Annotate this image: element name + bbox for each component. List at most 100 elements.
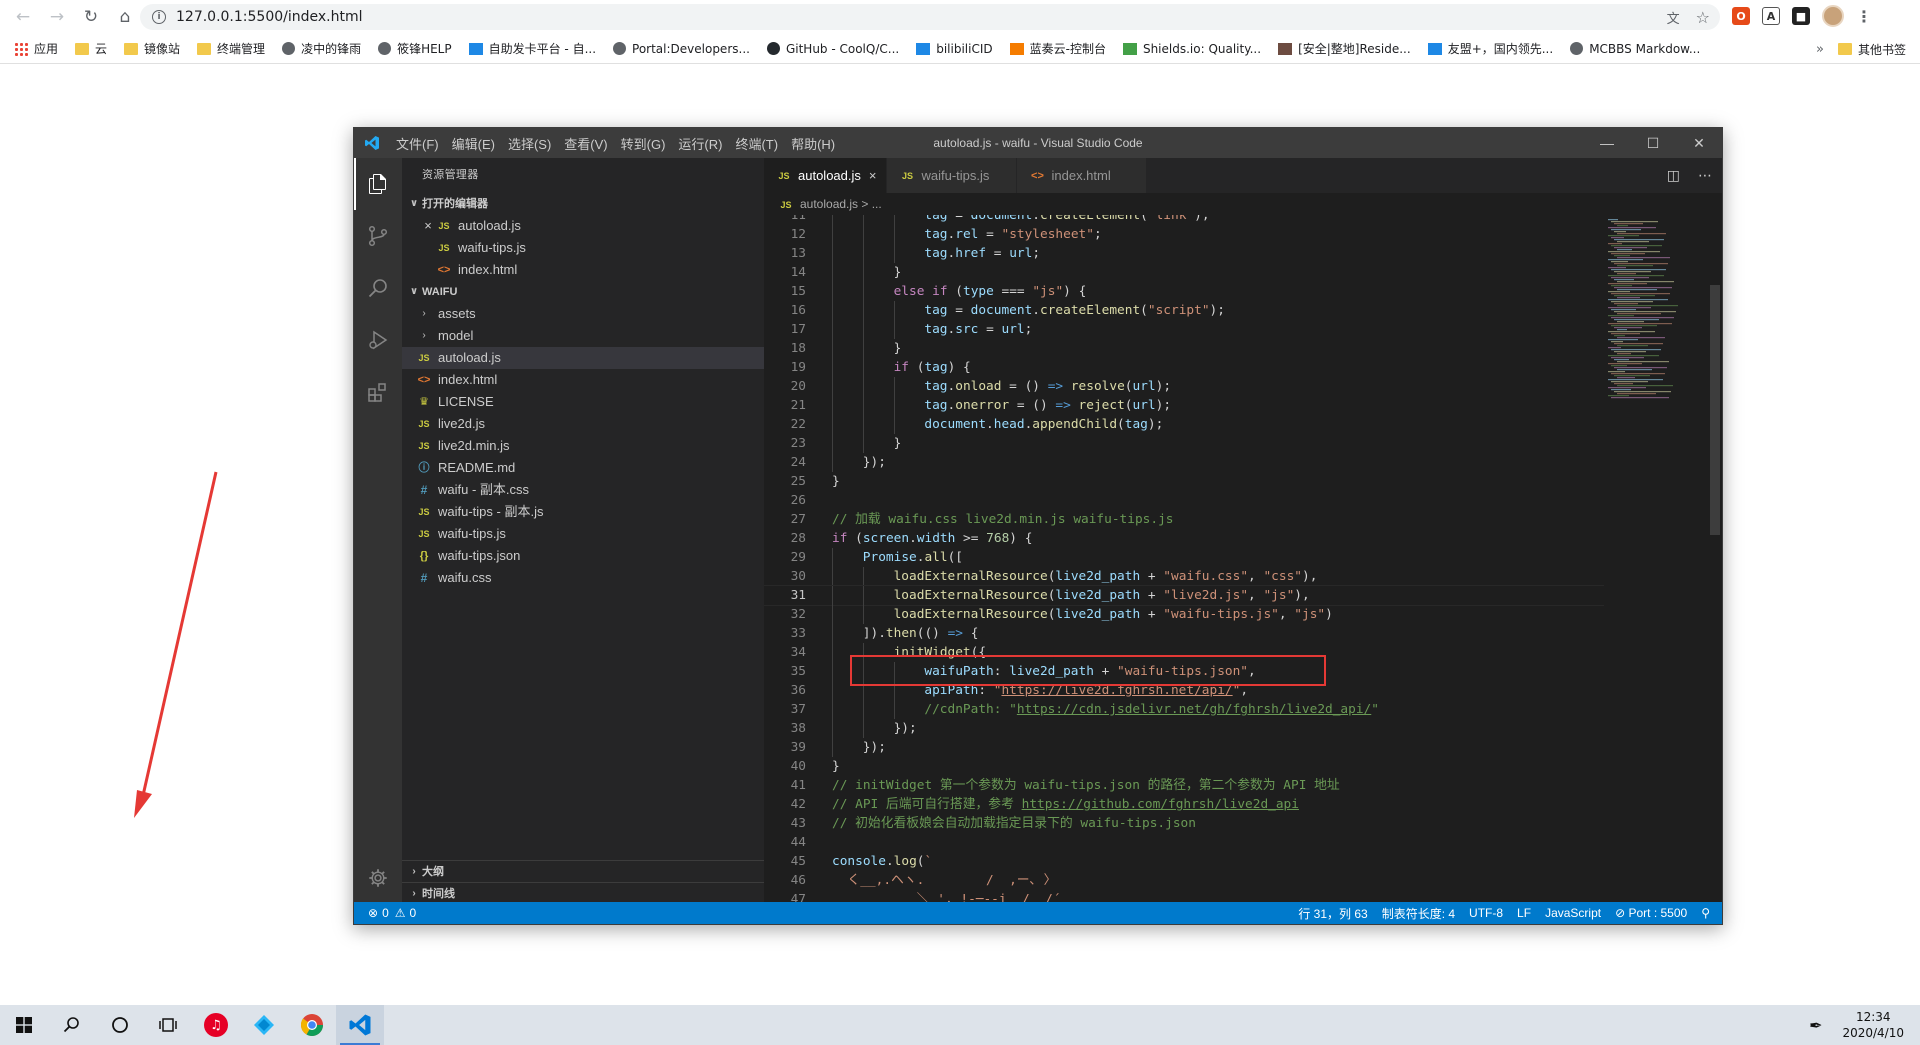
bookmark-item[interactable]: 凌中的锋雨 (282, 40, 361, 57)
editor-scrollbar[interactable] (1708, 215, 1722, 904)
menu-item[interactable]: 帮助(H) (791, 134, 835, 153)
indent-guide (862, 263, 864, 282)
browser-menu-icon[interactable]: ⋮ (1856, 7, 1872, 26)
encoding[interactable]: UTF-8 (1469, 906, 1503, 920)
close-icon[interactable]: × (869, 168, 877, 183)
app-blue-diamond[interactable] (240, 1005, 288, 1045)
extensions-icon[interactable] (354, 366, 402, 418)
file-item[interactable]: JS live2d.js (402, 413, 764, 435)
menu-item[interactable]: 文件(F) (396, 134, 439, 153)
menu-item[interactable]: 终端(T) (735, 134, 778, 153)
back-button[interactable]: ← (8, 2, 38, 32)
scrollbar-thumb[interactable] (1710, 285, 1720, 535)
language-mode[interactable]: JavaScript (1545, 906, 1601, 920)
minimize-button[interactable]: — (1584, 128, 1630, 158)
vscode-app[interactable] (336, 1005, 384, 1045)
tab-waifu-tips-js[interactable]: JS waifu-tips.js (887, 158, 1018, 193)
folder-item[interactable]: › model (402, 325, 764, 347)
chrome-app[interactable] (288, 1005, 336, 1045)
bookmark-item[interactable]: 镜像站 (124, 40, 180, 57)
breadcrumb[interactable]: JS autoload.js > ... (764, 193, 1722, 215)
file-item[interactable]: JS waifu-tips - 副本.js (402, 501, 764, 523)
bookmarks-more-button[interactable]: » (1816, 34, 1824, 64)
file-item[interactable]: ♛ LICENSE (402, 391, 764, 413)
translate-icon[interactable]: 文 (1667, 8, 1680, 27)
bookmark-item[interactable]: Shields.io: Quality... (1122, 42, 1261, 56)
menu-item[interactable]: 运行(R) (678, 134, 722, 153)
more-actions-icon[interactable]: ⋯ (1698, 167, 1712, 184)
file-item[interactable]: JS autoload.js (402, 347, 764, 369)
pen-workspace-icon[interactable]: ✒ (1809, 1016, 1822, 1035)
line-number: 30 (790, 569, 806, 584)
bookmark-item[interactable]: bilibiliCID (916, 42, 993, 56)
cursor-position[interactable]: 行 31，列 63 (1298, 905, 1367, 922)
profile-avatar[interactable] (1822, 5, 1844, 27)
bookmark-item[interactable]: [安全|整地]Reside... (1278, 40, 1411, 57)
home-button[interactable]: ⌂ (110, 2, 140, 32)
end-of-line[interactable]: LF (1517, 906, 1531, 920)
folder-header[interactable]: ∨ WAIFU (402, 281, 764, 303)
forward-button[interactable]: → (42, 2, 72, 32)
file-item[interactable]: {} waifu-tips.json (402, 545, 764, 567)
extension-icon[interactable]: ■ (1792, 7, 1810, 25)
explorer-icon[interactable] (354, 158, 402, 210)
cortana-button[interactable] (96, 1005, 144, 1045)
file-item[interactable]: JS waifu-tips.js (402, 523, 764, 545)
address-bar[interactable]: i 127.0.0.1:5500/index.html 文 ☆ (140, 4, 1720, 30)
menu-item[interactable]: 编辑(E) (452, 134, 495, 153)
run-debug-icon[interactable] (354, 314, 402, 366)
netease-music-app[interactable]: ♫ (192, 1005, 240, 1045)
file-item[interactable]: <> index.html (402, 369, 764, 391)
reload-button[interactable]: ↻ (76, 2, 106, 32)
open-editors-header[interactable]: ∨ 打开的编辑器 (402, 193, 764, 215)
bookmark-item[interactable]: 应用 (14, 40, 58, 57)
bookmark-item[interactable]: 终端管理 (197, 40, 265, 57)
bookmark-item[interactable]: 蓝奏云-控制台 (1009, 40, 1106, 57)
search-taskbar-button[interactable] (48, 1005, 96, 1045)
bookmark-item[interactable]: GitHub - CoolQ/C... (766, 42, 899, 56)
task-view-button[interactable] (144, 1005, 192, 1045)
open-editor-item[interactable]: × JS autoload.js (402, 215, 764, 237)
manage-gear-icon[interactable] (354, 858, 402, 898)
notifications-icon[interactable]: ⚲ (1701, 906, 1710, 920)
bookmark-item[interactable]: 筱锋HELP (378, 40, 452, 57)
open-editor-item[interactable]: JS waifu-tips.js (402, 237, 764, 259)
tab-index-html[interactable]: <> index.html (1017, 158, 1148, 193)
minimap[interactable] (1604, 215, 1704, 904)
file-item[interactable]: JS live2d.min.js (402, 435, 764, 457)
code-editor[interactable]: 11 tag = document.createElement("link"); 1… (764, 215, 1604, 904)
menu-item[interactable]: 查看(V) (564, 134, 607, 153)
clock[interactable]: 12:34 2020/4/10 (1842, 1009, 1904, 1041)
site-info-icon[interactable]: i (152, 10, 166, 24)
bookmark-item[interactable]: 自助发卡平台 - 自... (468, 40, 596, 57)
tab-size[interactable]: 制表符长度: 4 (1382, 905, 1455, 922)
tab-autoload-js[interactable]: JS autoload.js × (764, 158, 888, 193)
file-item[interactable]: ⓘ README.md (402, 457, 764, 479)
split-editor-icon[interactable]: ◫ (1667, 167, 1680, 184)
maximize-button[interactable]: ☐ (1630, 128, 1676, 158)
other-bookmarks[interactable]: 其他书签 (1837, 34, 1906, 64)
file-item[interactable]: # waifu - 副本.css (402, 479, 764, 501)
bookmark-item[interactable]: 友盟+，国内领先... (1427, 40, 1553, 57)
folder-item[interactable]: › assets (402, 303, 764, 325)
open-editor-item[interactable]: <> index.html (402, 259, 764, 281)
source-control-icon[interactable] (354, 210, 402, 262)
close-icon[interactable]: × (420, 215, 436, 237)
font-extension-icon[interactable]: A (1762, 7, 1780, 25)
timeline-header[interactable]: › 时间线 (402, 882, 764, 904)
bookmark-item[interactable]: MCBBS Markdow... (1570, 42, 1700, 56)
bookmark-item[interactable]: 云 (75, 40, 107, 57)
search-icon[interactable] (354, 262, 402, 314)
office-extension-icon[interactable]: O (1732, 7, 1750, 25)
problems-status[interactable]: ⊗ 0 ⚠ 0 (354, 906, 416, 920)
menu-item[interactable]: 转到(G) (621, 134, 666, 153)
menu-item[interactable]: 选择(S) (508, 134, 551, 153)
bookmark-item[interactable]: Portal:Developers... (613, 42, 750, 56)
bookmark-star-icon[interactable]: ☆ (1696, 8, 1710, 27)
code-line: 43 // 初始化看板娘会自动加载指定目录下的 waifu-tips.json (764, 814, 1604, 833)
start-button[interactable] (0, 1005, 48, 1045)
outline-header[interactable]: › 大纲 (402, 860, 764, 882)
file-item[interactable]: # waifu.css (402, 567, 764, 589)
close-window-button[interactable]: ✕ (1676, 128, 1722, 158)
live-server-port[interactable]: ⊘ Port : 5500 (1615, 906, 1687, 920)
